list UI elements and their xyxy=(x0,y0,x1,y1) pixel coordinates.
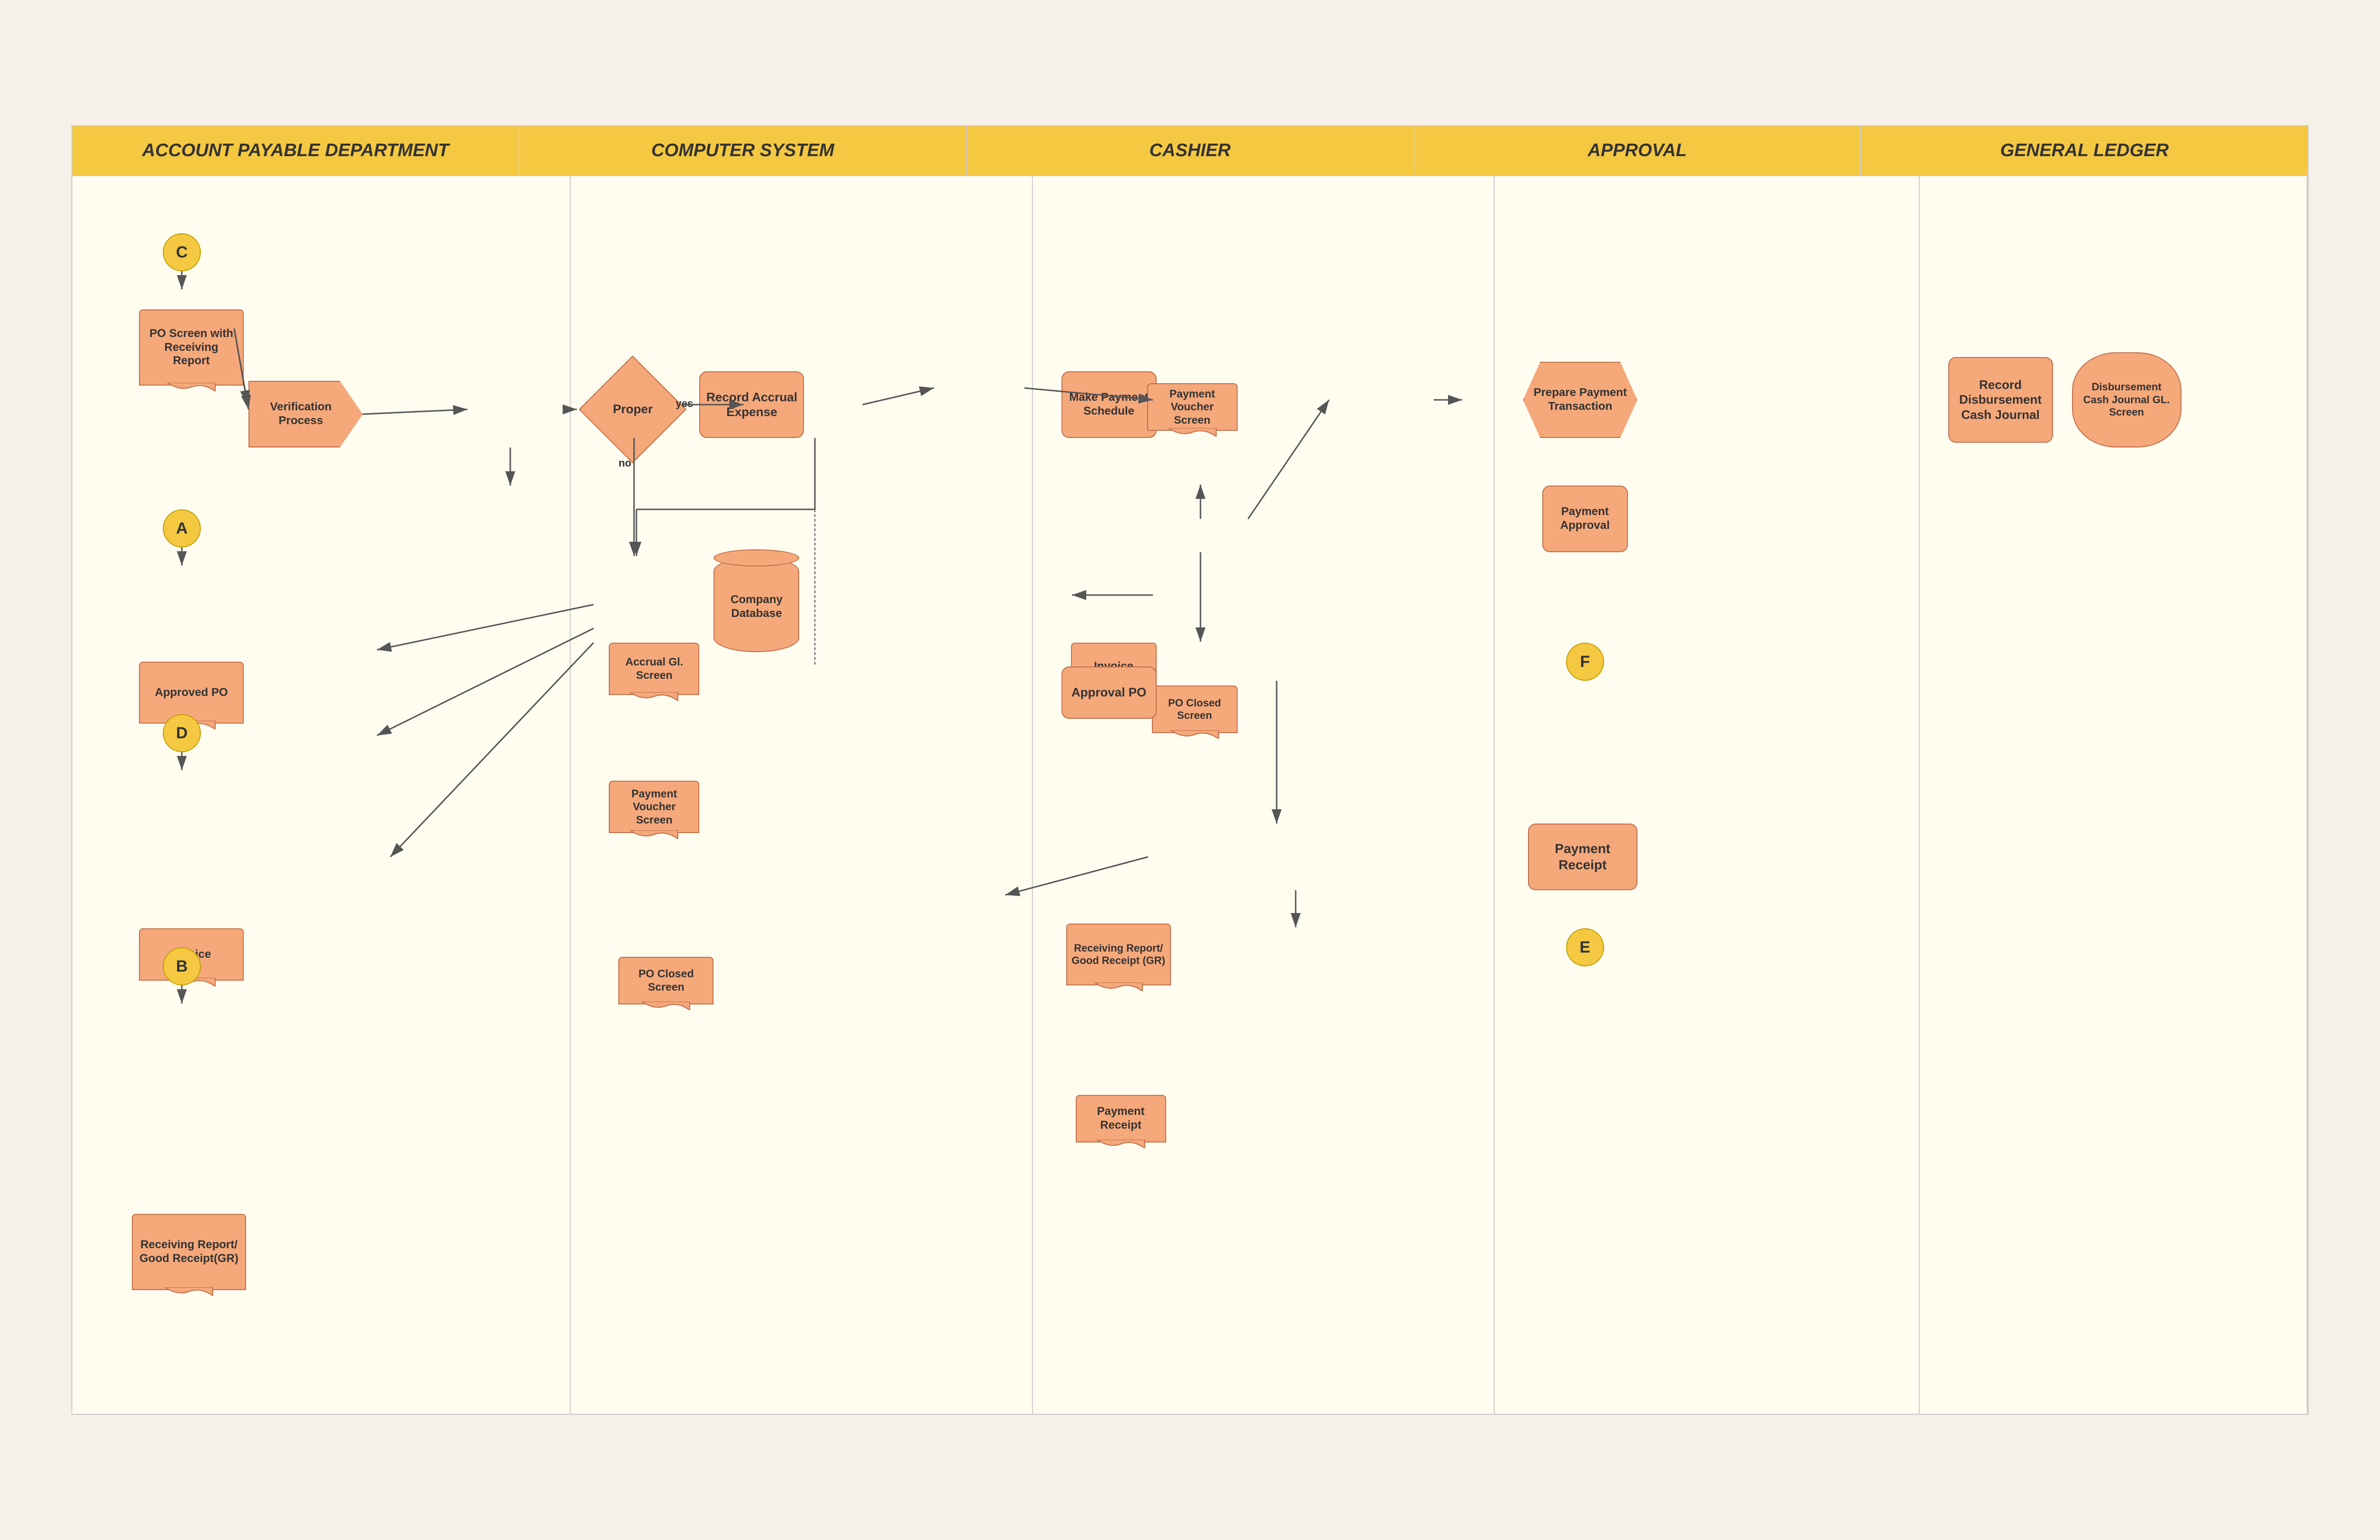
no-label: no xyxy=(618,457,631,469)
lane-ap: C PO Screen with Receiving Report A Appr… xyxy=(72,176,571,1414)
header-col1: ACCOUNT PAYABLE DEPARTMENT xyxy=(72,126,520,175)
payment-receipt-cashier: Payment Receipt xyxy=(1076,1095,1166,1143)
yes-label: yes xyxy=(675,397,693,410)
header-col3: CASHIER xyxy=(967,126,1414,175)
header-col2: COMPUTER SYSTEM xyxy=(520,126,967,175)
prepare-payment: Prepare Payment Transaction xyxy=(1523,362,1637,438)
verification-process: Verification Process xyxy=(248,381,363,447)
lane-cashier: Make Payment Schedule Payment Voucher Sc… xyxy=(1033,176,1495,1414)
payment-approval: Payment Approval xyxy=(1542,486,1628,552)
header-col4: APPROVAL xyxy=(1414,126,1862,175)
proper-diamond: Proper xyxy=(595,371,671,447)
po-closed-screen-cs: PO Closed Screen xyxy=(618,957,714,1004)
payment-receipt-approval: Payment Receipt xyxy=(1528,824,1637,890)
b-connector: B xyxy=(163,947,201,985)
header-row: ACCOUNT PAYABLE DEPARTMENT COMPUTER SYST… xyxy=(72,126,2308,176)
accrual-gl-screen: Accrual Gl. Screen xyxy=(609,643,699,695)
a-connector: A xyxy=(163,509,201,547)
receiving-report-ap: Receiving Report/ Good Receipt(GR) xyxy=(132,1214,246,1290)
record-disbursement: Record Disbursement Cash Journal xyxy=(1948,357,2053,443)
po-screen-receiving: PO Screen with Receiving Report xyxy=(139,309,244,386)
lane-approval: Prepare Payment Transaction Payment Appr… xyxy=(1495,176,1920,1414)
company-db: Company Database xyxy=(714,557,799,652)
diagram-wrapper: ACCOUNT PAYABLE DEPARTMENT COMPUTER SYST… xyxy=(71,125,2309,1415)
lane-cs: Proper yes no Record Accrual Expense Com… xyxy=(571,176,1032,1414)
lane-gl: Record Disbursement Cash Journal Disburs… xyxy=(1920,176,2308,1414)
po-closed-cashier: PO Closed Screen xyxy=(1152,686,1238,733)
make-payment-schedule: Make Payment Schedule xyxy=(1061,371,1157,438)
d-connector: D xyxy=(163,714,201,752)
c-connector: C xyxy=(163,233,201,271)
payment-voucher-cashier: Payment Voucher Screen xyxy=(1147,383,1238,431)
disbursement-gl: Disbursement Cash Journal GL. Screen xyxy=(2072,352,2182,447)
diamond-label: Proper xyxy=(595,371,671,447)
approval-po-cashier: Approval PO xyxy=(1061,666,1157,719)
record-accrual: Record Accrual Expense xyxy=(699,371,804,438)
header-col5: GENERAL LEDGER xyxy=(1861,126,2308,175)
f-connector: F xyxy=(1566,643,1604,681)
content-row: C PO Screen with Receiving Report A Appr… xyxy=(72,176,2308,1414)
receiving-report-cashier: Receiving Report/ Good Receipt (GR) xyxy=(1066,924,1171,985)
approved-po: Approved PO xyxy=(139,662,244,724)
payment-voucher-screen-cs: Payment Voucher Screen xyxy=(609,781,699,833)
e-connector: E xyxy=(1566,928,1604,966)
